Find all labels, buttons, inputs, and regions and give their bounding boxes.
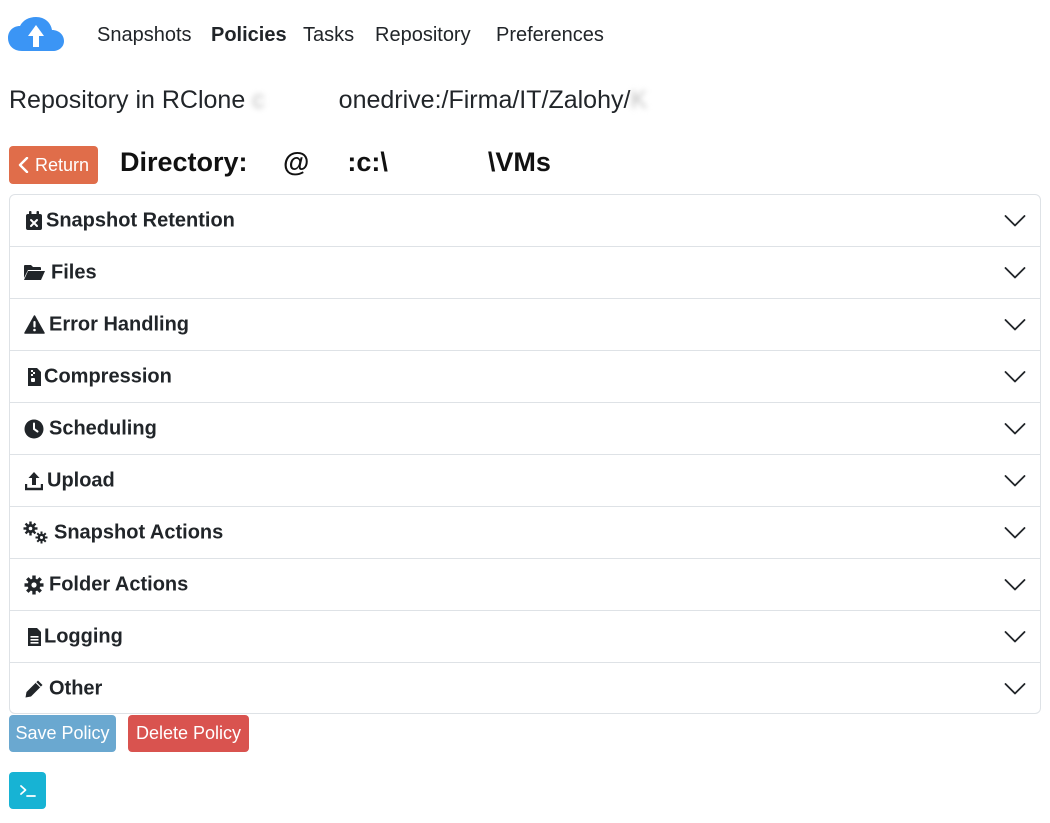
pencil-icon [23, 678, 45, 700]
section-label: Error Handling [49, 313, 190, 335]
section-label: Compression [44, 365, 172, 387]
nav-snapshots[interactable]: Snapshots [97, 22, 192, 48]
chevron-down-icon [1004, 422, 1026, 434]
section-label: Scheduling [49, 417, 157, 439]
chevron-down-icon [1004, 630, 1026, 642]
nav-policies[interactable]: Policies [211, 22, 287, 48]
top-navbar: Snapshots Policies Tasks Repository Pref… [0, 0, 1050, 70]
warning-icon [23, 314, 45, 336]
repository-description: Repository in RClone c onedrive:/Firma/IT… [9, 84, 722, 116]
chevron-down-icon [1004, 683, 1026, 695]
file-lines-icon [23, 626, 45, 648]
directory-at: @ [283, 147, 310, 177]
section-label: Logging [44, 625, 123, 647]
file-zipper-icon [23, 366, 45, 388]
section-label: Upload [47, 469, 115, 491]
section-other[interactable]: Other [10, 663, 1040, 713]
return-button[interactable]: Return [9, 146, 98, 184]
policy-sections-accordion: Snapshot Retention Files Error Handling … [9, 194, 1041, 714]
section-snapshot-retention[interactable]: Snapshot Retention [10, 195, 1040, 247]
save-policy-button[interactable]: Save Policy [9, 715, 116, 752]
section-scheduling[interactable]: Scheduling [10, 403, 1040, 455]
section-label: Snapshot Actions [54, 521, 224, 543]
cloud-upload-logo-icon[interactable] [8, 17, 64, 53]
gear-icon [23, 574, 45, 596]
upload-icon [23, 470, 45, 492]
section-compression[interactable]: Compression [10, 351, 1040, 403]
terminal-icon [19, 784, 36, 797]
nav-preferences[interactable]: Preferences [496, 22, 604, 48]
section-error-handling[interactable]: Error Handling [10, 299, 1040, 351]
folder-open-icon [23, 262, 45, 284]
terminal-button[interactable] [9, 772, 46, 809]
repository-prefix: Repository in RClone [9, 86, 253, 114]
section-label: Other [49, 677, 103, 700]
chevron-down-icon [1004, 526, 1026, 538]
section-logging[interactable]: Logging [10, 611, 1040, 663]
repository-path: onedrive:/Firma/IT/Zalohy/ [338, 86, 631, 114]
chevron-left-icon [18, 157, 29, 173]
nav-tasks[interactable]: Tasks [303, 22, 354, 48]
return-label: Return [34, 154, 90, 175]
chevron-down-icon [1004, 474, 1026, 486]
section-label: Files [51, 261, 97, 283]
clock-icon [23, 418, 45, 440]
gears-icon [23, 520, 49, 546]
section-label: Snapshot Retention [46, 209, 235, 231]
calendar-x-icon [23, 210, 45, 232]
directory-title: Directory: @ :c:\ \VMs [120, 145, 551, 179]
directory-prefix: Directory: [120, 147, 256, 177]
delete-policy-button[interactable]: Delete Policy [128, 715, 249, 752]
nav-repository[interactable]: Repository [375, 22, 471, 48]
directory-drive: :c:\ [347, 147, 388, 177]
chevron-down-icon [1004, 214, 1026, 226]
directory-suffix: \VMs [487, 147, 551, 177]
section-folder-actions[interactable]: Folder Actions [10, 559, 1040, 611]
section-files[interactable]: Files [10, 247, 1040, 299]
chevron-down-icon [1004, 318, 1026, 330]
section-label: Folder Actions [49, 573, 189, 595]
section-upload[interactable]: Upload [10, 455, 1040, 507]
chevron-down-icon [1004, 578, 1026, 590]
section-snapshot-actions[interactable]: Snapshot Actions [10, 507, 1040, 559]
redacted-text: K [630, 86, 648, 114]
chevron-down-icon [1004, 266, 1026, 278]
chevron-down-icon [1004, 370, 1026, 382]
redacted-text: c [252, 86, 265, 114]
